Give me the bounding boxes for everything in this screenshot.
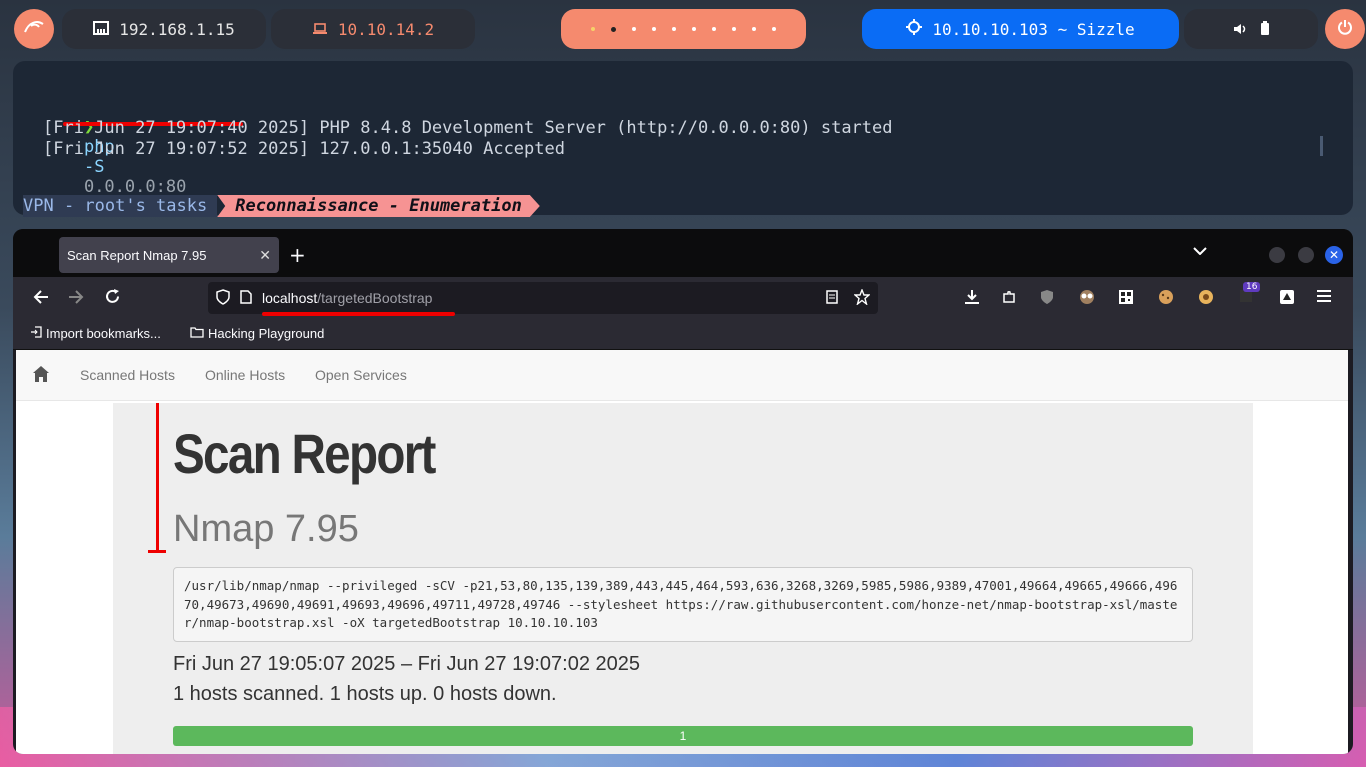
url-bar[interactable]: localhost/targetedBootstrap — [208, 282, 878, 316]
workspace-dot[interactable] — [692, 27, 696, 31]
page-title: Scan Report — [173, 422, 436, 485]
system-tray[interactable] — [1184, 9, 1318, 49]
tab-strip: Scan Report Nmap 7.95 ✕ + ✕ — [13, 229, 1353, 277]
power-button[interactable] — [1325, 9, 1365, 49]
workspace-dot[interactable] — [732, 27, 736, 31]
nav-open-services[interactable]: Open Services — [315, 367, 407, 383]
bookmark-label: Import bookmarks... — [46, 326, 161, 341]
top-bar: 192.168.1.15 10.10.14.2 10.10.10.103 ~ S… — [0, 9, 1366, 49]
annotation-red-line — [156, 403, 159, 553]
workspace-dot[interactable] — [752, 27, 756, 31]
cookie-editor-icon[interactable] — [1198, 289, 1214, 309]
bookmarks-toolbar: Import bookmarks... Hacking Playground — [13, 321, 1353, 350]
url-path: /targetedBootstrap — [317, 290, 433, 306]
url-host: localhost — [262, 290, 318, 306]
close-tab-icon[interactable]: ✕ — [259, 247, 271, 264]
terminal-output-line: [Fri Jun 27 19:07:40 2025] PHP 8.4.8 Dev… — [43, 118, 893, 138]
hosts-progress-bar: 1 — [173, 726, 1193, 746]
vpn-ip-text: 10.10.14.2 — [337, 19, 435, 39]
battery-icon[interactable] — [1261, 20, 1269, 39]
new-tab-icon[interactable]: + — [289, 243, 306, 267]
wappalyzer-icon[interactable] — [1279, 289, 1295, 309]
bookmark-label: Hacking Playground — [208, 326, 325, 341]
volume-icon[interactable] — [1233, 20, 1247, 39]
command-flag: -S — [83, 157, 105, 177]
site-navbar: Scanned Hosts Online Hosts Open Services — [16, 350, 1348, 401]
terminal-output-line: [Fri Jun 27 19:07:52 2025] 127.0.0.1:350… — [43, 139, 565, 159]
reader-view-icon[interactable] — [826, 289, 838, 307]
workspace-dot[interactable] — [591, 27, 595, 31]
terminal-scrollbar[interactable] — [1320, 136, 1323, 156]
folder-icon — [190, 326, 204, 341]
close-window-button[interactable]: ✕ — [1325, 246, 1343, 264]
page-subtitle: Nmap 7.95 — [173, 508, 359, 550]
tmux-statusline: VPN - root's tasks Reconnaissance - Enum… — [23, 195, 540, 217]
workspace-dot[interactable] — [712, 27, 716, 31]
home-icon[interactable] — [32, 365, 50, 388]
back-icon[interactable] — [33, 289, 49, 309]
downloads-icon[interactable] — [964, 289, 980, 309]
browser-window: Scan Report Nmap 7.95 ✕ + ✕ localhost/ta… — [13, 229, 1353, 754]
cookie-icon[interactable] — [1158, 289, 1174, 309]
nav-scanned-hosts[interactable]: Scanned Hosts — [80, 367, 175, 383]
workspace-dot[interactable] — [672, 27, 676, 31]
owl-extension-icon[interactable] — [1078, 289, 1096, 309]
target-widget[interactable]: 10.10.10.103 ~ Sizzle — [862, 9, 1179, 49]
status-session-name: VPN - root's tasks — [23, 195, 218, 217]
hamburger-menu-icon[interactable] — [1316, 289, 1332, 307]
bookmark-star-icon[interactable] — [853, 287, 871, 308]
bookmark-folder-hacking[interactable]: Hacking Playground — [190, 326, 324, 341]
target-text: 10.10.10.103 ~ Sizzle — [932, 19, 1135, 39]
hosts-summary: 1 hosts scanned. 1 hosts up. 0 hosts dow… — [173, 683, 557, 705]
report-container: Scan Report Nmap 7.95 /usr/lib/nmap/nmap… — [113, 403, 1253, 754]
terminal-window[interactable]: ❯ php -S 0.0.0.0:80 [Fri Jun 27 19:07:40… — [13, 61, 1353, 217]
command-argument: 0.0.0.0:80 — [83, 177, 187, 197]
network-icon — [93, 20, 110, 39]
nmap-command-block: /usr/lib/nmap/nmap --privileged -sCV -p2… — [173, 567, 1193, 642]
page-content: Scanned Hosts Online Hosts Open Services… — [16, 350, 1348, 754]
crosshair-icon — [906, 19, 923, 39]
scan-date-range: Fri Jun 27 19:05:07 2025 – Fri Jun 27 19… — [173, 653, 641, 675]
import-icon — [30, 326, 42, 341]
power-icon — [1337, 19, 1353, 40]
browser-tab[interactable]: Scan Report Nmap 7.95 ✕ — [59, 237, 279, 273]
list-tabs-icon[interactable] — [1193, 243, 1207, 259]
workspace-dot[interactable] — [772, 27, 776, 31]
nav-toolbar: localhost/targetedBootstrap 16 — [13, 277, 1353, 321]
forward-icon[interactable] — [68, 289, 84, 309]
shield-icon[interactable] — [216, 288, 230, 308]
extensions-icon[interactable] — [1001, 289, 1017, 309]
url-annotation-underline — [262, 312, 455, 316]
workspace-switcher[interactable] — [561, 9, 806, 49]
annotation-red-tick — [148, 550, 166, 553]
ublock-icon[interactable] — [1039, 289, 1055, 309]
reload-icon[interactable] — [105, 289, 120, 309]
kali-menu-button[interactable] — [14, 9, 54, 49]
minimize-button[interactable] — [1269, 247, 1285, 263]
page-info-icon[interactable] — [240, 289, 252, 307]
workspace-dot[interactable] — [632, 27, 636, 31]
workspace-dots — [591, 26, 776, 32]
workspace-dot[interactable] — [652, 27, 656, 31]
workspace-dot-active[interactable] — [611, 26, 616, 32]
vpn-ip-widget[interactable]: 10.10.14.2 — [271, 9, 475, 49]
nav-online-hosts[interactable]: Online Hosts — [205, 367, 285, 383]
kali-dragon-icon — [23, 18, 45, 41]
extension-badge: 16 — [1243, 282, 1261, 292]
url-text[interactable]: localhost/targetedBootstrap — [262, 290, 432, 306]
local-ip-text: 192.168.1.15 — [119, 19, 235, 39]
laptop-icon — [312, 20, 328, 39]
tab-title: Scan Report Nmap 7.95 — [67, 247, 207, 263]
local-ip-widget[interactable]: 192.168.1.15 — [62, 9, 266, 49]
status-window-name[interactable]: Reconnaissance - Enumeration — [217, 195, 540, 217]
qr-code-icon[interactable] — [1118, 289, 1134, 309]
maximize-button[interactable] — [1298, 247, 1314, 263]
bookmark-import[interactable]: Import bookmarks... — [30, 326, 161, 341]
